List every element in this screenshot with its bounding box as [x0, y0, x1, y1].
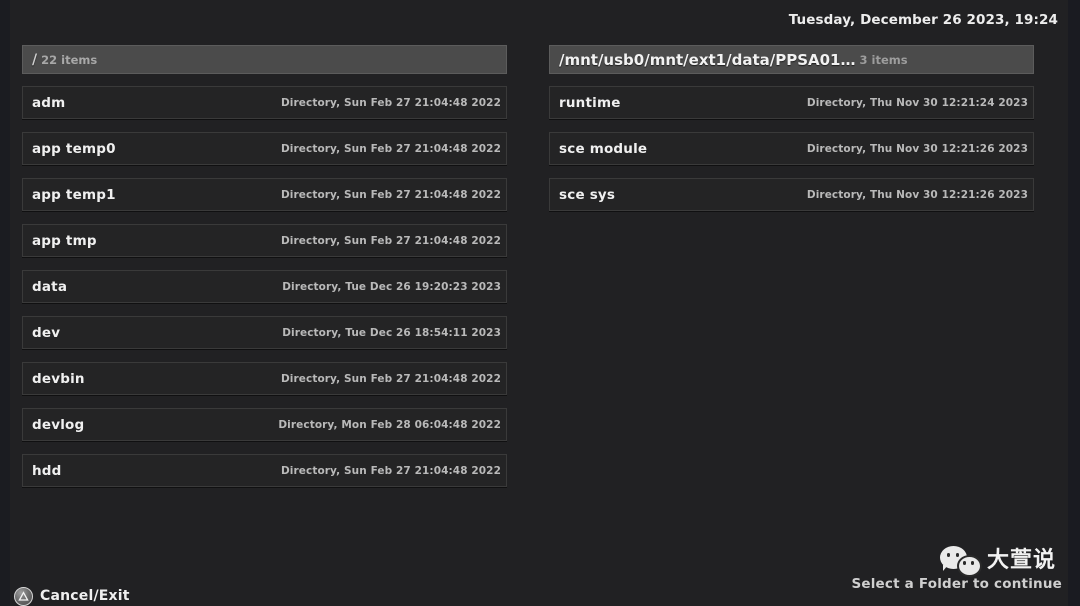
table-row[interactable]: dev Directory, Tue Dec 26 18:54:11 2023	[22, 316, 507, 349]
table-row[interactable]: sce module Directory, Thu Nov 30 12:21:2…	[549, 132, 1034, 165]
file-name: adm	[32, 95, 65, 111]
file-meta: Directory, Sun Feb 27 21:04:48 2022	[281, 97, 501, 109]
left-panel-path: /	[32, 52, 37, 68]
file-browser-screen: Tuesday, December 26 2023, 19:24 / 22 it…	[0, 0, 1080, 606]
file-name: app temp0	[32, 141, 116, 157]
triangle-button-icon	[14, 587, 33, 606]
table-row[interactable]: data Directory, Tue Dec 26 19:20:23 2023	[22, 270, 507, 303]
table-row[interactable]: app tmp Directory, Sun Feb 27 21:04:48 2…	[22, 224, 507, 257]
table-row[interactable]: devbin Directory, Sun Feb 27 21:04:48 20…	[22, 362, 507, 395]
right-file-panel[interactable]: /mnt/usb0/mnt/ext1/data/PPSA01… 3 items …	[549, 45, 1034, 526]
wechat-logo-icon	[940, 546, 982, 576]
file-name: sce sys	[559, 187, 615, 203]
file-meta: Directory, Sun Feb 27 21:04:48 2022	[281, 235, 501, 247]
left-panel-count: 22 items	[41, 53, 97, 67]
file-meta: Directory, Tue Dec 26 18:54:11 2023	[282, 327, 501, 339]
wechat-bubble-small	[957, 555, 982, 577]
wechat-eye	[971, 561, 975, 565]
table-row[interactable]: sce sys Directory, Thu Nov 30 12:21:26 2…	[549, 178, 1034, 211]
clock: Tuesday, December 26 2023, 19:24	[789, 12, 1058, 28]
file-name: runtime	[559, 95, 621, 111]
left-file-panel[interactable]: / 22 items adm Directory, Sun Feb 27 21:…	[22, 45, 507, 526]
file-name: hdd	[32, 463, 62, 479]
right-panel-path: /mnt/usb0/mnt/ext1/data/PPSA01…	[559, 51, 856, 69]
wechat-bubble-large-tail	[943, 565, 948, 571]
left-file-list[interactable]: adm Directory, Sun Feb 27 21:04:48 2022 …	[22, 86, 507, 526]
file-name: devbin	[32, 371, 85, 387]
file-meta: Directory, Mon Feb 28 06:04:48 2022	[278, 419, 501, 431]
right-panel-header[interactable]: /mnt/usb0/mnt/ext1/data/PPSA01… 3 items	[549, 45, 1034, 74]
file-meta: Directory, Thu Nov 30 12:21:26 2023	[807, 189, 1028, 201]
file-name: app temp1	[32, 187, 116, 203]
file-meta: Directory, Sun Feb 27 21:04:48 2022	[281, 465, 501, 477]
right-edge-band	[1068, 0, 1080, 606]
wechat-eye	[947, 553, 951, 557]
file-meta: Directory, Tue Dec 26 19:20:23 2023	[282, 281, 501, 293]
watermark-text: 大萱说	[987, 550, 1056, 572]
table-row[interactable]: hdd Directory, Sun Feb 27 21:04:48 2022	[22, 454, 507, 487]
file-name: sce module	[559, 141, 647, 157]
table-row[interactable]: runtime Directory, Thu Nov 30 12:21:24 2…	[549, 86, 1034, 119]
wechat-watermark: 大萱说	[940, 546, 1056, 576]
left-panel-header[interactable]: / 22 items	[22, 45, 507, 74]
right-panel-count: 3 items	[860, 53, 908, 67]
table-row[interactable]: adm Directory, Sun Feb 27 21:04:48 2022	[22, 86, 507, 119]
file-meta: Directory, Sun Feb 27 21:04:48 2022	[281, 143, 501, 155]
left-edge-band	[0, 0, 10, 606]
table-row[interactable]: app temp0 Directory, Sun Feb 27 21:04:48…	[22, 132, 507, 165]
file-meta: Directory, Thu Nov 30 12:21:26 2023	[807, 143, 1028, 155]
status-message: Select a Folder to continue	[851, 576, 1062, 592]
right-file-list[interactable]: runtime Directory, Thu Nov 30 12:21:24 2…	[549, 86, 1034, 526]
hint-label: Cancel/Exit	[40, 588, 130, 604]
wechat-eye	[956, 553, 960, 557]
wechat-eye	[963, 561, 967, 565]
wechat-bubble-large	[940, 546, 967, 569]
file-meta: Directory, Sun Feb 27 21:04:48 2022	[281, 373, 501, 385]
table-row[interactable]: app temp1 Directory, Sun Feb 27 21:04:48…	[22, 178, 507, 211]
file-name: devlog	[32, 417, 84, 433]
table-row[interactable]: devlog Directory, Mon Feb 28 06:04:48 20…	[22, 408, 507, 441]
hint-cancel-exit[interactable]: Cancel/Exit	[14, 582, 166, 606]
file-name: app tmp	[32, 233, 97, 249]
file-meta: Directory, Thu Nov 30 12:21:24 2023	[807, 97, 1028, 109]
file-name: dev	[32, 325, 60, 341]
file-name: data	[32, 279, 67, 295]
file-meta: Directory, Sun Feb 27 21:04:48 2022	[281, 189, 501, 201]
control-hints-column-1: Cancel/Exit Enter Folder Previous Folder	[14, 582, 166, 606]
